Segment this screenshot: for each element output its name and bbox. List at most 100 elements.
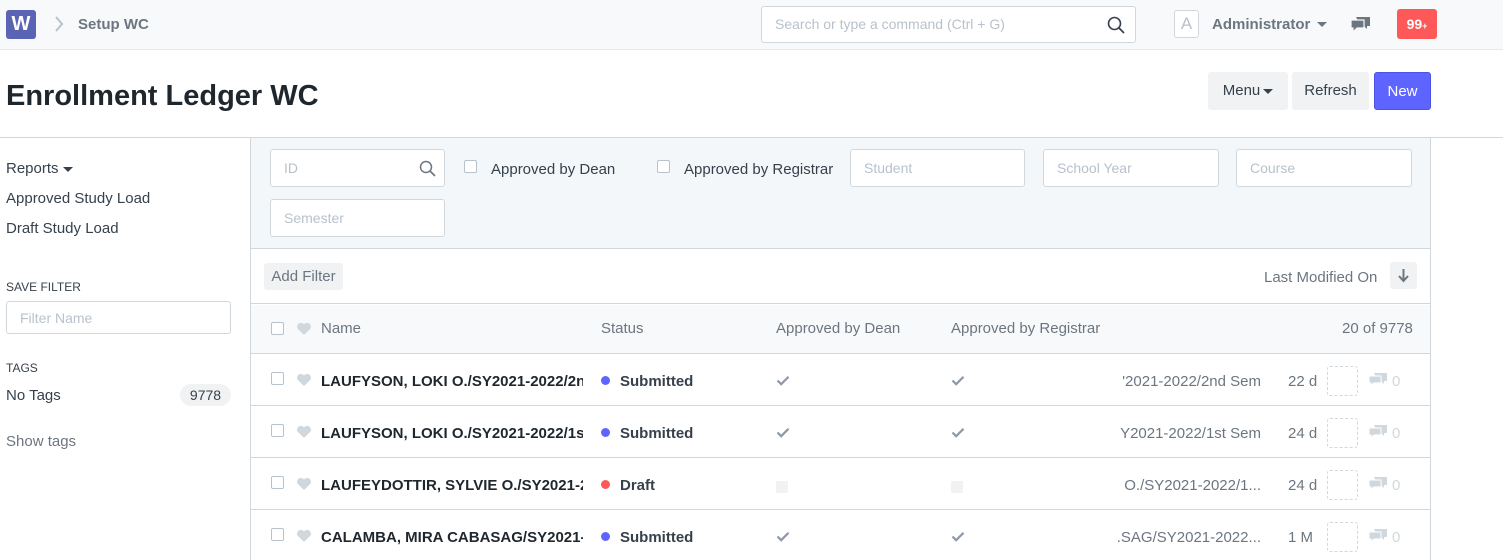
approved-registrar-checkbox[interactable]	[657, 160, 670, 173]
app-logo[interactable]: W	[6, 10, 36, 39]
page-title: Enrollment Ledger WC	[6, 80, 319, 112]
new-button[interactable]: New	[1374, 72, 1431, 110]
course-filter	[1236, 149, 1412, 187]
modified-time: 1 M	[1288, 529, 1314, 546]
row-reference: .SAG/SY2021-2022...	[1116, 529, 1261, 546]
heart-icon[interactable]	[296, 529, 312, 543]
search-icon[interactable]	[1107, 16, 1125, 34]
row-name-link[interactable]: LAUFEYDOTTIR, SYLVIE O./SY2021-2022/1st …	[321, 477, 583, 494]
refresh-button[interactable]: Refresh	[1292, 72, 1369, 110]
row-checkbox[interactable]	[271, 476, 284, 489]
notification-suffix: +	[1422, 21, 1428, 31]
row-name-link[interactable]: LAUFYSON, LOKI O./SY2021-2022/2nd Sem	[321, 373, 583, 390]
save-filter-heading: SAVE FILTER	[6, 280, 81, 294]
tag-count-badge: 9778	[180, 384, 231, 406]
user-avatar[interactable]: A	[1174, 10, 1199, 38]
check-icon	[776, 532, 790, 542]
modified-time: 24 d	[1288, 477, 1318, 494]
notifications-badge[interactable]: 99+	[1397, 9, 1437, 39]
comment-icon[interactable]	[1368, 476, 1388, 492]
sidebar-no-tags[interactable]: No Tags	[6, 387, 61, 404]
standard-filters: Approved by Dean Approved by Registrar	[251, 138, 1430, 249]
comment-count: 0	[1392, 373, 1401, 390]
check-icon	[776, 376, 790, 386]
modified-time: 24 d	[1288, 425, 1318, 442]
assignee-placeholder[interactable]	[1327, 522, 1358, 552]
status-indicator	[601, 376, 610, 385]
status-indicator	[601, 428, 610, 437]
sidebar-item-draft-study-load[interactable]: Draft Study Load	[6, 220, 119, 237]
filter-name-field	[6, 301, 231, 334]
course-filter-input[interactable]	[1250, 160, 1390, 176]
sidebar-reports-dropdown[interactable]: Reports	[6, 160, 73, 177]
unchecked-indicator	[776, 481, 788, 493]
school-year-filter-input[interactable]	[1057, 160, 1197, 176]
approved-dean-checkbox[interactable]	[464, 160, 477, 173]
id-filter-input[interactable]	[284, 160, 424, 176]
row-checkbox[interactable]	[271, 372, 284, 385]
result-count: 20 of 9778	[1342, 320, 1413, 337]
breadcrumb-setup-wc[interactable]: Setup WC	[78, 16, 149, 33]
column-header-status: Status	[601, 320, 644, 337]
semester-filter-input[interactable]	[284, 210, 424, 226]
row-name-link[interactable]: CALAMBA, MIRA CABASAG/SY2021-2022/1st Se…	[321, 529, 583, 546]
column-header-approved-registrar: Approved by Registrar	[951, 320, 1101, 337]
sort-by-selector[interactable]: Last Modified On	[1264, 269, 1377, 286]
heart-icon[interactable]	[296, 373, 312, 387]
chat-icon[interactable]	[1350, 15, 1372, 34]
column-header-approved-dean: Approved by Dean	[776, 320, 901, 337]
approved-dean-label: Approved by Dean	[491, 161, 616, 178]
check-icon	[776, 428, 790, 438]
student-filter-input[interactable]	[864, 160, 1004, 176]
heart-icon[interactable]	[296, 322, 312, 336]
menu-button-label: Menu	[1222, 82, 1261, 99]
assignee-placeholder[interactable]	[1327, 470, 1358, 500]
status-label: Submitted	[620, 425, 694, 442]
comment-icon[interactable]	[1368, 424, 1388, 440]
notification-count: 99	[1406, 16, 1423, 32]
caret-down-icon	[1263, 88, 1274, 94]
student-filter	[850, 149, 1025, 187]
awesome-bar	[761, 6, 1136, 43]
comment-count: 0	[1392, 477, 1401, 494]
caret-down-icon[interactable]	[1317, 22, 1327, 27]
select-all-checkbox[interactable]	[271, 322, 284, 335]
row-checkbox[interactable]	[271, 528, 284, 541]
comment-count: 0	[1392, 529, 1401, 546]
sidebar-item-approved-study-load[interactable]: Approved Study Load	[6, 190, 150, 207]
assignee-placeholder[interactable]	[1327, 366, 1358, 396]
unchecked-indicator	[951, 481, 963, 493]
table-row[interactable]: LAUFEYDOTTIR, SYLVIE O./SY2021-2022/1st …	[251, 459, 1430, 510]
heart-icon[interactable]	[296, 477, 312, 491]
modified-time: 22 d	[1288, 373, 1318, 390]
list-header: Name Status Approved by Dean Approved by…	[251, 305, 1430, 354]
menu-button[interactable]: Menu	[1208, 72, 1288, 110]
table-row[interactable]: CALAMBA, MIRA CABASAG/SY2021-2022/1st Se…	[251, 511, 1430, 560]
column-header-name: Name	[321, 320, 362, 337]
navbar: W Setup WC A Administrator 99+	[0, 0, 1503, 50]
tags-heading: TAGS	[6, 361, 38, 375]
check-icon	[951, 428, 965, 438]
list-view: Approved by Dean Approved by Registrar A…	[250, 138, 1431, 560]
user-menu[interactable]: Administrator	[1212, 16, 1310, 33]
row-name-link[interactable]: LAUFYSON, LOKI O./SY2021-2022/1st Sem	[321, 425, 583, 442]
check-icon	[951, 532, 965, 542]
status-indicator	[601, 532, 610, 541]
table-row[interactable]: LAUFYSON, LOKI O./SY2021-2022/2nd Sem Sub…	[251, 355, 1430, 406]
search-icon	[419, 160, 436, 177]
status-label: Draft	[620, 477, 656, 494]
table-row[interactable]: LAUFYSON, LOKI O./SY2021-2022/1st Sem Sub…	[251, 407, 1430, 458]
show-tags-link[interactable]: Show tags	[6, 433, 76, 450]
add-filter-button[interactable]: Add Filter	[264, 263, 343, 290]
search-input[interactable]	[775, 16, 1095, 32]
filter-name-input[interactable]	[20, 310, 220, 326]
row-reference: Y2021-2022/1st Sem	[1120, 425, 1261, 442]
row-reference: O./SY2021-2022/1...	[1124, 477, 1261, 494]
comment-icon[interactable]	[1368, 372, 1388, 388]
assignee-placeholder[interactable]	[1327, 418, 1358, 448]
row-checkbox[interactable]	[271, 424, 284, 437]
heart-icon[interactable]	[296, 425, 312, 439]
comment-icon[interactable]	[1368, 528, 1388, 544]
sort-order-button[interactable]	[1390, 262, 1417, 289]
status-label: Submitted	[620, 373, 694, 390]
